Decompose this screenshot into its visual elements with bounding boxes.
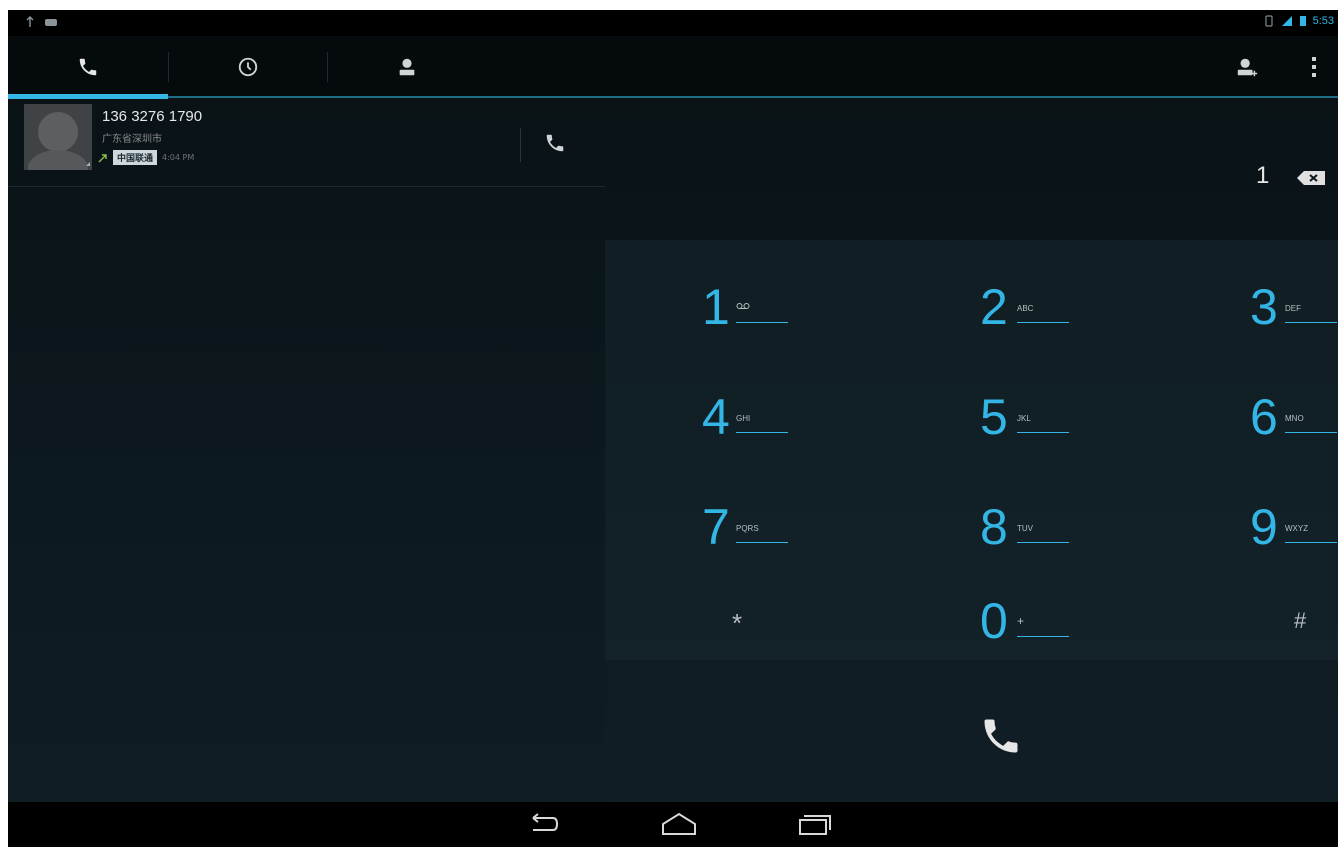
call-log-divider [520,128,521,162]
call-back-button[interactable] [544,132,566,158]
key-letters: TUV [1017,524,1033,533]
key-digit: 1 [702,279,730,335]
key-1[interactable]: 1 [605,240,849,352]
contact-avatar[interactable] [24,104,92,170]
action-bar-divider [8,96,1338,98]
tab-contacts[interactable] [328,36,486,98]
key-underline [736,542,788,543]
recent-apps-button[interactable] [796,812,832,840]
key-digit: 9 [1250,499,1278,555]
key-letters: DEF [1285,304,1301,313]
top-margin [0,0,1338,10]
call-time: 4:04 PM [162,153,195,162]
backspace-icon [1297,171,1325,185]
key-6[interactable]: 6 MNO [1093,352,1337,464]
tab-call-log[interactable] [169,36,327,98]
phone-icon [546,134,564,152]
backspace-button[interactable] [1296,170,1326,190]
carrier-badge: 中国联通 [113,150,158,165]
dial-call-button[interactable] [979,714,1023,762]
phone-icon [79,58,97,76]
debug-icon [45,19,57,26]
key-digit: 0 [980,593,1008,649]
key-underline [736,432,788,433]
dialer-screen: 5:53 136 3276 1790 广东省深圳市 中国联通 4:04 PM 1… [8,10,1338,847]
tab-phone[interactable] [8,36,168,98]
key-underline [1017,542,1069,543]
key-underline [1285,542,1337,543]
key-letters: PQRS [736,524,759,533]
call-button-area [605,660,1338,802]
voicemail-icon [736,303,750,309]
key-7[interactable]: 7 PQRS [605,464,849,576]
home-icon [662,812,696,835]
action-bar [8,36,1338,98]
key-digit: 8 [980,499,1008,555]
key-underline [1017,636,1069,637]
key-8[interactable]: 8 TUV [849,464,1093,576]
key-digit: 7 [702,499,730,555]
overflow-menu-button[interactable] [1294,36,1334,98]
key-symbol: # [1294,608,1307,633]
key-letters: GHI [736,414,751,423]
outgoing-call-icon [98,153,107,162]
key-letters: MNO [1285,414,1304,423]
default-avatar-icon [24,104,92,170]
usb-icon [26,16,34,27]
key-4[interactable]: 4 GHI [605,352,849,464]
key-letters: WXYZ [1285,524,1309,533]
call-meta: 中国联通 4:04 PM [98,150,194,165]
key-2[interactable]: 2 ABC [849,240,1093,352]
key-digit: 4 [702,389,730,445]
key-3[interactable]: 3 DEF [1093,240,1337,352]
signal-icon [1281,16,1292,26]
key-underline [1285,432,1337,433]
overflow-menu-icon [1312,57,1316,77]
key-symbol: * [732,608,743,638]
dialed-digits[interactable]: 1 [1256,162,1269,190]
status-time: 5:53 [1312,15,1334,27]
dial-pad: 1 2 ABC 3 DEF 4 GHI 5 JKL 6 MNO 7 PQRS 8… [605,240,1338,660]
key-letters: ABC [1017,304,1034,313]
battery-icon [1299,16,1306,26]
person-icon [399,58,415,76]
key-letters: JKL [1017,414,1031,423]
recent-apps-icon [799,815,831,835]
key-5[interactable]: 5 JKL [849,352,1093,464]
key-digit: 6 [1250,389,1278,445]
back-button[interactable] [523,812,559,840]
back-icon [532,813,559,831]
add-contact-button[interactable] [1222,36,1272,98]
key-digit: 2 [980,279,1008,335]
system-nav-bar [8,802,1338,847]
home-button[interactable] [661,812,697,840]
status-indicators: 5:53 [1263,15,1334,27]
key-underline [1017,322,1069,323]
key-digit: 3 [1250,279,1278,335]
key-underline [1285,322,1337,323]
key-letters: + [1017,614,1025,628]
add-contact-icon [1237,58,1258,77]
key-9[interactable]: 9 WXYZ [1093,464,1337,576]
caller-location: 广东省深圳市 [102,134,162,145]
status-bar: 5:53 [8,10,1338,36]
key-digit: 5 [980,389,1008,445]
key-underline [736,322,788,323]
key-underline [1017,432,1069,433]
selected-tab-indicator [8,94,168,99]
phone-icon [984,719,1018,753]
list-divider [8,186,605,187]
caller-number: 136 3276 1790 [102,108,203,125]
status-notifications [24,16,58,28]
call-log-item[interactable]: 136 3276 1790 广东省深圳市 中国联通 4:04 PM [8,100,605,184]
alarm-icon [1264,15,1273,27]
clock-icon [238,57,258,77]
